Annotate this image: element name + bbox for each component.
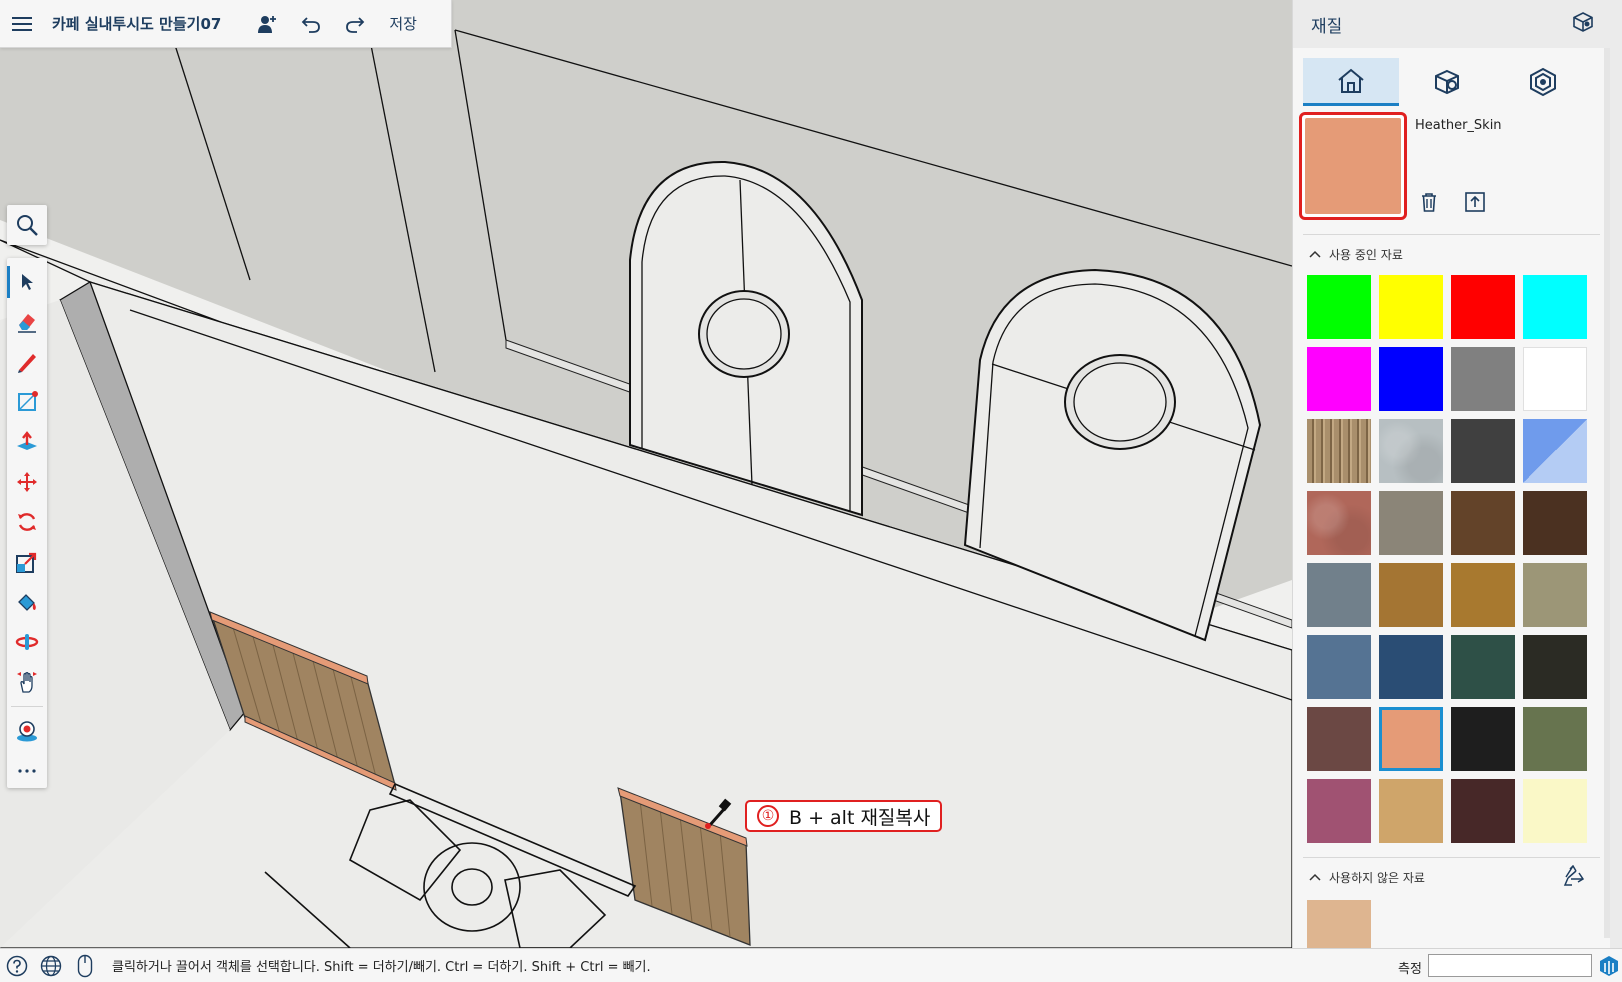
material-swatch[interactable] (1307, 779, 1371, 843)
materials-panel: 재질 Heather_Skin 사용 중인 자료 사용하지 않은 자료 (1292, 0, 1610, 964)
panel-divider (1303, 857, 1600, 858)
material-swatch[interactable] (1451, 491, 1515, 555)
material-swatch[interactable] (1451, 563, 1515, 627)
used-materials-header[interactable]: 사용 중인 자료 (1293, 241, 1610, 267)
document-title[interactable]: 카페 실내투시도 만들기07 (52, 13, 221, 34)
push-pull-icon[interactable] (7, 422, 47, 462)
material-swatch[interactable] (1451, 707, 1515, 771)
unused-materials-label: 사용하지 않은 자료 (1329, 870, 1425, 885)
callout-text: B + alt 재질복사 (789, 806, 931, 829)
porthole-glass (1073, 362, 1167, 442)
porthole-glass (706, 298, 782, 370)
chevron-up-icon (1309, 873, 1321, 881)
material-swatch[interactable] (1307, 707, 1371, 771)
globe-icon[interactable] (34, 949, 68, 982)
panel-scrollbar[interactable] (1604, 48, 1610, 938)
tab-home-icon[interactable] (1303, 58, 1399, 106)
material-swatch[interactable] (1307, 275, 1371, 339)
rectangle-icon[interactable] (7, 382, 47, 422)
measurements-label: 측정 (1398, 962, 1422, 977)
panel-divider (1303, 234, 1600, 235)
panel-title: 재질 (1311, 16, 1343, 37)
hamburger-menu-icon[interactable] (0, 0, 44, 48)
current-material-swatch[interactable] (1299, 112, 1407, 220)
material-swatch[interactable] (1307, 347, 1371, 411)
annotation-callout: ① B + alt 재질복사 (745, 800, 943, 832)
tool-palette (7, 258, 47, 788)
scale-icon[interactable] (7, 542, 47, 582)
material-swatch[interactable] (1523, 635, 1587, 699)
panel-header: 재질 (1293, 0, 1610, 48)
material-swatch[interactable] (1379, 707, 1443, 771)
material-swatch[interactable] (1451, 419, 1515, 483)
material-swatch[interactable] (1523, 275, 1587, 339)
add-user-icon[interactable] (245, 0, 289, 48)
material-swatch[interactable] (1379, 347, 1443, 411)
help-icon[interactable] (0, 949, 34, 982)
material-swatch[interactable] (1307, 491, 1371, 555)
material-swatch[interactable] (1379, 491, 1443, 555)
pan-icon[interactable] (7, 662, 47, 702)
chevron-up-icon (1309, 250, 1321, 258)
top-toolbar: 카페 실내투시도 만들기07 저장 (0, 0, 452, 48)
material-swatch[interactable] (1379, 563, 1443, 627)
more-icon[interactable] (7, 751, 47, 791)
material-swatch[interactable] (1523, 419, 1587, 483)
material-swatch[interactable] (1523, 347, 1587, 411)
material-swatch[interactable] (1451, 275, 1515, 339)
panel-tabs (1293, 48, 1610, 106)
3d-viewport[interactable]: ① B + alt 재질복사 (0, 0, 1292, 948)
material-swatch[interactable] (1307, 563, 1371, 627)
tab-material-library-icon[interactable] (1495, 58, 1591, 106)
pencil-line-icon[interactable] (7, 342, 47, 382)
save-button[interactable]: 저장 (389, 13, 417, 34)
used-materials-grid (1293, 267, 1610, 843)
used-materials-label: 사용 중인 자료 (1329, 247, 1403, 262)
material-swatch[interactable] (1523, 563, 1587, 627)
material-swatch[interactable] (1451, 347, 1515, 411)
material-swatch[interactable] (1379, 779, 1443, 843)
paint-bucket-icon[interactable] (7, 582, 47, 622)
mouse-icon[interactable] (68, 949, 102, 982)
status-message: 클릭하거나 끌어서 객체를 선택합니다. Shift = 더하기/빼기. Ctr… (112, 960, 651, 975)
select-arrow-icon[interactable] (7, 262, 47, 302)
position-camera-icon[interactable] (7, 711, 47, 751)
sketchup-logo-icon (1598, 955, 1620, 981)
palette-divider (11, 706, 43, 707)
material-swatch[interactable] (1379, 635, 1443, 699)
status-bar: 클릭하거나 끌어서 객체를 선택합니다. Shift = 더하기/빼기. Ctr… (0, 948, 1622, 982)
undo-icon[interactable] (289, 0, 333, 48)
callout-number: ① (757, 805, 779, 827)
search-icon[interactable] (7, 205, 47, 245)
rotate-icon[interactable] (7, 502, 47, 542)
current-material-name: Heather_Skin (1415, 118, 1502, 133)
app-window: ① B + alt 재질복사 카페 실내투시도 만들기07 저장 재질 Heat… (0, 0, 1622, 982)
search-tool-palette (7, 205, 47, 245)
tab-material-edit-icon[interactable] (1399, 58, 1495, 106)
material-swatch[interactable] (1451, 635, 1515, 699)
material-swatch[interactable] (1523, 707, 1587, 771)
redo-icon[interactable] (333, 0, 377, 48)
recycle-icon[interactable] (1562, 864, 1592, 890)
current-material-color (1305, 118, 1401, 214)
eraser-icon[interactable] (7, 302, 47, 342)
material-swatch[interactable] (1523, 491, 1587, 555)
measurements-input[interactable] (1428, 954, 1592, 977)
material-swatch[interactable] (1307, 419, 1371, 483)
material-swatch[interactable] (1307, 635, 1371, 699)
material-swatch[interactable] (1451, 779, 1515, 843)
current-material: Heather_Skin (1293, 106, 1610, 228)
orbit-icon[interactable] (7, 622, 47, 662)
material-swatch[interactable] (1379, 275, 1443, 339)
unused-materials-header[interactable]: 사용하지 않은 자료 (1293, 864, 1610, 890)
move-icon[interactable] (7, 462, 47, 502)
delete-material-button[interactable] (1415, 188, 1443, 216)
material-swatch[interactable] (1379, 419, 1443, 483)
materials-cube-icon[interactable] (1572, 11, 1594, 37)
export-material-button[interactable] (1461, 188, 1489, 216)
material-swatch[interactable] (1523, 779, 1587, 843)
scene-canvas[interactable] (0, 0, 1292, 948)
